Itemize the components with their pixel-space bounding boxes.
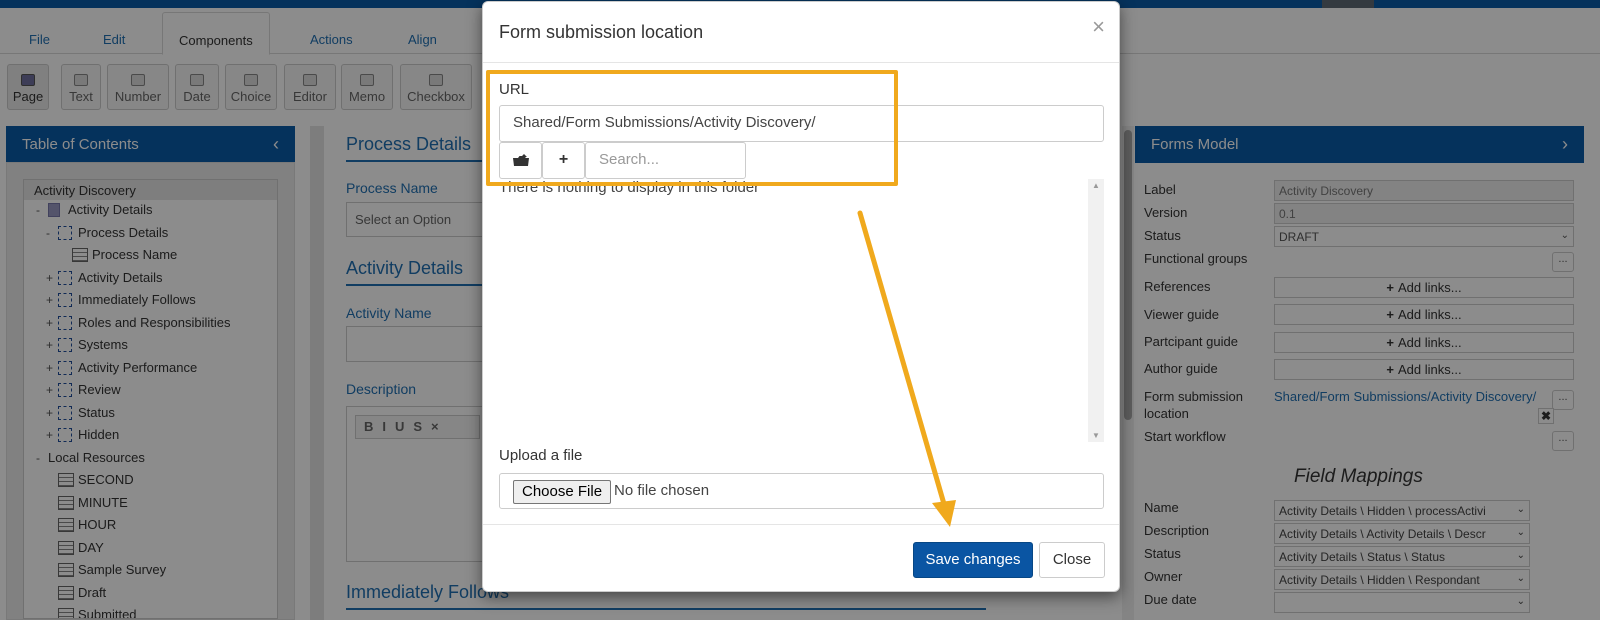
file-upload-field: Choose File No file chosen xyxy=(499,473,1104,509)
close-button[interactable]: Close xyxy=(1039,542,1105,578)
scroll-down-icon[interactable]: ▼ xyxy=(1092,431,1100,440)
save-changes-button[interactable]: Save changes xyxy=(913,542,1033,578)
url-highlight-box xyxy=(486,70,898,186)
no-file-text: No file chosen xyxy=(614,482,710,499)
upload-label: Upload a file xyxy=(499,447,583,464)
close-icon[interactable]: × xyxy=(1092,16,1105,38)
choose-file-button[interactable]: Choose File xyxy=(513,480,612,504)
dialog-title: Form submission location xyxy=(499,22,704,42)
folder-listing[interactable]: There is nothing to display in this fold… xyxy=(499,179,1104,442)
dialog-footer: Save changes Close xyxy=(483,524,1119,592)
folder-scrollbar[interactable]: ▲ ▼ xyxy=(1088,179,1104,442)
scroll-up-icon[interactable]: ▲ xyxy=(1092,181,1100,190)
dialog-header: Form submission location × xyxy=(483,2,1119,63)
